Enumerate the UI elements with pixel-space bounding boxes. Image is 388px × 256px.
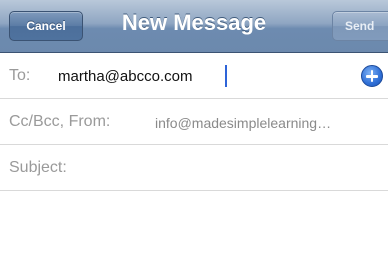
subject-label: Subject: bbox=[9, 159, 67, 176]
to-input-value[interactable]: martha@abcco.com bbox=[58, 68, 192, 85]
to-label: To: bbox=[9, 67, 31, 84]
add-contact-icon[interactable] bbox=[361, 65, 383, 87]
text-cursor bbox=[225, 65, 227, 87]
to-field-row[interactable]: To: martha@abcco.com bbox=[0, 53, 388, 99]
message-body-area[interactable] bbox=[0, 191, 388, 256]
subject-field-row[interactable]: Subject: bbox=[0, 145, 388, 191]
cc-bcc-from-label: Cc/Bcc, From: bbox=[9, 113, 111, 130]
send-button[interactable]: Send bbox=[332, 11, 388, 41]
page-title: New Message bbox=[121, 10, 267, 35]
navigation-bar: Cancel New Message Send bbox=[0, 0, 388, 53]
from-address-value[interactable]: info@madesimplelearning… bbox=[155, 115, 385, 131]
cc-bcc-from-row[interactable]: Cc/Bcc, From: info@madesimplelearning… bbox=[0, 99, 388, 145]
